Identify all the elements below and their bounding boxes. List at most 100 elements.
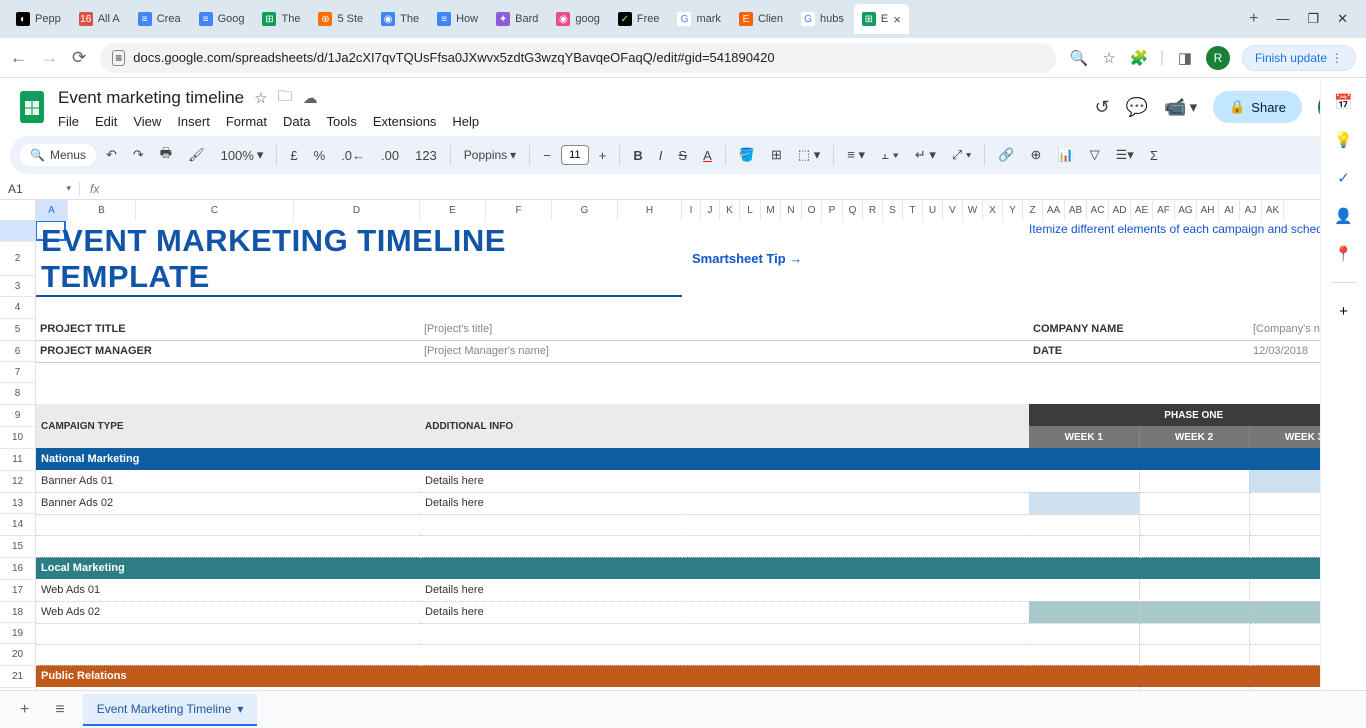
font-size-increase[interactable]: + — [593, 144, 613, 167]
row-header[interactable]: 2 — [0, 242, 36, 276]
column-header[interactable]: L — [740, 200, 761, 221]
decrease-decimal-button[interactable]: .0← — [335, 144, 371, 167]
add-sheet-button[interactable]: + — [12, 697, 37, 723]
browser-tab[interactable]: ⊕5 Ste — [310, 4, 371, 34]
row-header[interactable]: 3 — [0, 276, 36, 297]
filter-views-button[interactable]: ☰▾ — [1110, 143, 1140, 167]
column-header[interactable]: I — [682, 200, 701, 221]
paint-format-button[interactable]: 🖌 — [182, 143, 211, 167]
column-header[interactable]: M — [761, 200, 781, 221]
column-header[interactable]: AC — [1087, 200, 1109, 221]
menu-item[interactable]: Insert — [177, 114, 210, 129]
tasks-icon[interactable]: ✓ — [1334, 168, 1354, 188]
browser-tab[interactable]: ⊞E× — [854, 4, 909, 34]
row-header[interactable]: 6 — [0, 341, 36, 362]
column-header[interactable]: AA — [1043, 200, 1065, 221]
column-header[interactable]: V — [943, 200, 963, 221]
row-header[interactable]: 10 — [0, 427, 36, 449]
valign-button[interactable]: ⫠ ▾ — [875, 143, 905, 167]
browser-tab[interactable]: EClien — [731, 4, 791, 34]
column-header[interactable]: U — [923, 200, 943, 221]
star-icon[interactable]: ☆ — [254, 89, 267, 107]
browser-tab[interactable]: ◉The — [373, 4, 427, 34]
percent-button[interactable]: % — [308, 144, 332, 167]
back-button[interactable]: ← — [10, 48, 27, 68]
calendar-icon[interactable]: 📅 — [1334, 92, 1354, 112]
cloud-status-icon[interactable]: ☁ — [303, 89, 318, 107]
menu-item[interactable]: Data — [283, 114, 310, 129]
row-header[interactable]: 20 — [0, 644, 36, 666]
new-tab-button[interactable]: + — [1241, 6, 1266, 32]
column-header[interactable]: S — [883, 200, 903, 221]
column-header[interactable]: AG — [1175, 200, 1197, 221]
name-box[interactable]: A1▾ — [0, 182, 80, 196]
add-addon-icon[interactable]: + — [1334, 301, 1354, 321]
browser-tab[interactable]: ⊞The — [254, 4, 308, 34]
text-color-button[interactable]: A — [697, 144, 718, 167]
column-header[interactable]: AB — [1065, 200, 1087, 221]
font-size-input[interactable] — [561, 145, 589, 165]
project-manager-value[interactable]: [Project Manager's name] — [420, 340, 682, 362]
row-header[interactable]: 16 — [0, 558, 36, 580]
menu-item[interactable]: Edit — [95, 114, 117, 129]
column-header[interactable]: N — [781, 200, 802, 221]
row-header[interactable]: 8 — [0, 383, 36, 405]
redo-button[interactable]: ↷ — [127, 143, 150, 167]
column-header[interactable]: T — [903, 200, 923, 221]
browser-tab[interactable]: ✦Bard — [488, 4, 546, 34]
row-header[interactable]: 9 — [0, 405, 36, 427]
merge-button[interactable]: ⬚ ▾ — [792, 143, 826, 167]
browser-tab[interactable]: ✓Free — [610, 4, 668, 34]
site-tune-icon[interactable]: ≡ — [112, 50, 125, 66]
font-size-decrease[interactable]: − — [537, 144, 557, 167]
all-sheets-button[interactable]: ≡ — [47, 697, 72, 723]
menu-item[interactable]: Extensions — [373, 114, 437, 129]
sheet-cells[interactable]: EVENT MARKETING TIMELINE TEMPLATE Smarts… — [36, 221, 1366, 690]
browser-tab[interactable]: Ghubs — [793, 4, 852, 34]
column-header[interactable]: AK — [1262, 200, 1284, 221]
row-header[interactable]: 4 — [0, 297, 36, 319]
row-header[interactable]: 5 — [0, 319, 36, 341]
sheet-tab-active[interactable]: Event Marketing Timeline ▾ — [83, 694, 258, 726]
row-header[interactable]: 15 — [0, 536, 36, 558]
font-select[interactable]: Poppins ▾ — [458, 144, 522, 166]
reload-button[interactable]: ⟳ — [72, 48, 86, 68]
row-header[interactable]: 12 — [0, 471, 36, 493]
menu-item[interactable]: Help — [452, 114, 479, 129]
menu-item[interactable]: Format — [226, 114, 267, 129]
browser-tab[interactable]: ◉goog — [548, 4, 607, 34]
halign-button[interactable]: ≡ ▾ — [841, 143, 871, 167]
browser-tab[interactable]: Gmark — [669, 4, 728, 34]
window-close[interactable]: ✕ — [1337, 11, 1348, 27]
column-header[interactable]: F — [486, 200, 552, 221]
document-title[interactable]: Event marketing timeline — [58, 88, 244, 108]
column-header[interactable]: O — [802, 200, 822, 221]
column-header[interactable]: D — [294, 200, 420, 221]
more-formats-button[interactable]: 123 — [409, 144, 443, 167]
column-header[interactable]: AJ — [1240, 200, 1262, 221]
browser-tab[interactable]: ≡Goog — [191, 4, 253, 34]
contacts-icon[interactable]: 👤 — [1334, 206, 1354, 226]
share-button[interactable]: 🔒 Share — [1213, 91, 1302, 123]
column-header[interactable]: AE — [1131, 200, 1153, 221]
keep-icon[interactable]: 💡 — [1334, 130, 1354, 150]
borders-button[interactable]: ⊞ — [765, 143, 788, 167]
column-header[interactable]: J — [701, 200, 720, 221]
column-header[interactable]: H — [618, 200, 682, 221]
sheets-logo-icon[interactable] — [18, 89, 46, 125]
menu-item[interactable]: Tools — [326, 114, 356, 129]
maps-icon[interactable]: 📍 — [1334, 244, 1354, 264]
strike-button[interactable]: S — [672, 144, 693, 167]
window-minimize[interactable]: — — [1276, 11, 1289, 27]
column-header[interactable]: W — [963, 200, 983, 221]
functions-button[interactable]: Σ — [1144, 144, 1164, 167]
currency-button[interactable]: £ — [284, 144, 303, 167]
column-header[interactable]: Q — [843, 200, 863, 221]
row-header[interactable]: 18 — [0, 602, 36, 623]
sidepanel-icon[interactable]: ◨ — [1176, 49, 1194, 67]
profile-avatar[interactable]: R — [1206, 46, 1230, 70]
column-header[interactable]: C — [136, 200, 294, 221]
link-button[interactable]: 🔗 — [992, 143, 1020, 167]
column-header[interactable]: AH — [1197, 200, 1219, 221]
forward-button[interactable]: → — [41, 48, 58, 68]
